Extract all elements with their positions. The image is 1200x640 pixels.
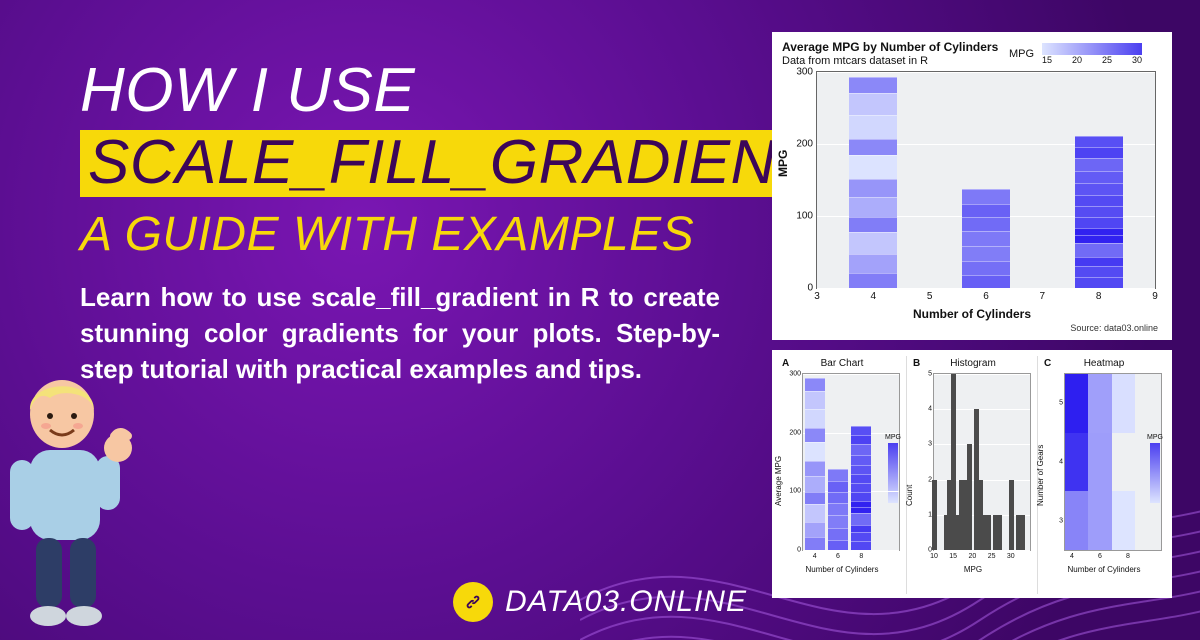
headline-line2: A GUIDE WITH EXAMPLES (80, 207, 760, 262)
chart-plot-area: 01002003003456789 (816, 71, 1156, 289)
brand-text: DATA03.ONLINE (505, 585, 747, 619)
facet-legend: MPG (881, 434, 905, 505)
legend-ticks: 15 20 25 30 (1042, 55, 1142, 65)
legend-tick: 15 (1042, 55, 1052, 65)
chart-source: Source: data03.online (782, 323, 1162, 333)
chart-xlabel: Number of Cylinders (782, 307, 1162, 321)
legend-title: MPG (881, 434, 905, 441)
facet-ylabel: Average MPG (774, 456, 783, 506)
chart-column: Average MPG by Number of Cylinders Data … (772, 32, 1172, 598)
facet-title: Heatmap (1044, 358, 1164, 369)
legend-gradient (888, 443, 898, 503)
legend-gradient (1042, 43, 1142, 55)
legend-title: MPG (1009, 48, 1034, 60)
legend-tick: 30 (1132, 55, 1142, 65)
headline-block: HOW I USE SCALE_FILL_GRADIENT A GUIDE WI… (80, 60, 760, 388)
link-icon (453, 582, 493, 622)
facet-plot-area: MPG 345468 (1064, 373, 1162, 551)
legend-title: MPG (1143, 434, 1167, 441)
facet-plot-area: MPG 0100200300468 (802, 373, 900, 551)
facet-title: Bar Chart (782, 358, 902, 369)
chart-main: Average MPG by Number of Cylinders Data … (772, 32, 1172, 340)
facet-xlabel: Number of Cylinders (1044, 565, 1164, 574)
facet-xlabel: MPG (913, 565, 1033, 574)
legend-gradient (1150, 443, 1160, 503)
facet-ylabel: Number of Gears (1036, 445, 1045, 506)
facet-ylabel: Count (905, 485, 914, 506)
legend-tick: 20 (1072, 55, 1082, 65)
headline-code: SCALE_FILL_GRADIENT (80, 130, 822, 197)
facet-xlabel: Number of Cylinders (782, 565, 902, 574)
chart-facets: A Bar Chart Average MPG MPG 010020030046… (772, 350, 1172, 598)
facet-b: B Histogram Count 0123451015202530 MPG (906, 356, 1037, 594)
facet-title: Histogram (913, 358, 1033, 369)
legend-tick: 25 (1102, 55, 1112, 65)
headline-line1: HOW I USE (80, 60, 760, 122)
facet-a: A Bar Chart Average MPG MPG 010020030046… (776, 356, 906, 594)
headline-lede: Learn how to use scale_fill_gradient in … (80, 280, 720, 388)
facet-legend: MPG (1143, 434, 1167, 505)
facet-c: C Heatmap Number of Gears MPG 345468 Num… (1037, 356, 1168, 594)
chart-ylabel: MPG (776, 150, 790, 177)
facet-plot-area: 0123451015202530 (933, 373, 1031, 551)
